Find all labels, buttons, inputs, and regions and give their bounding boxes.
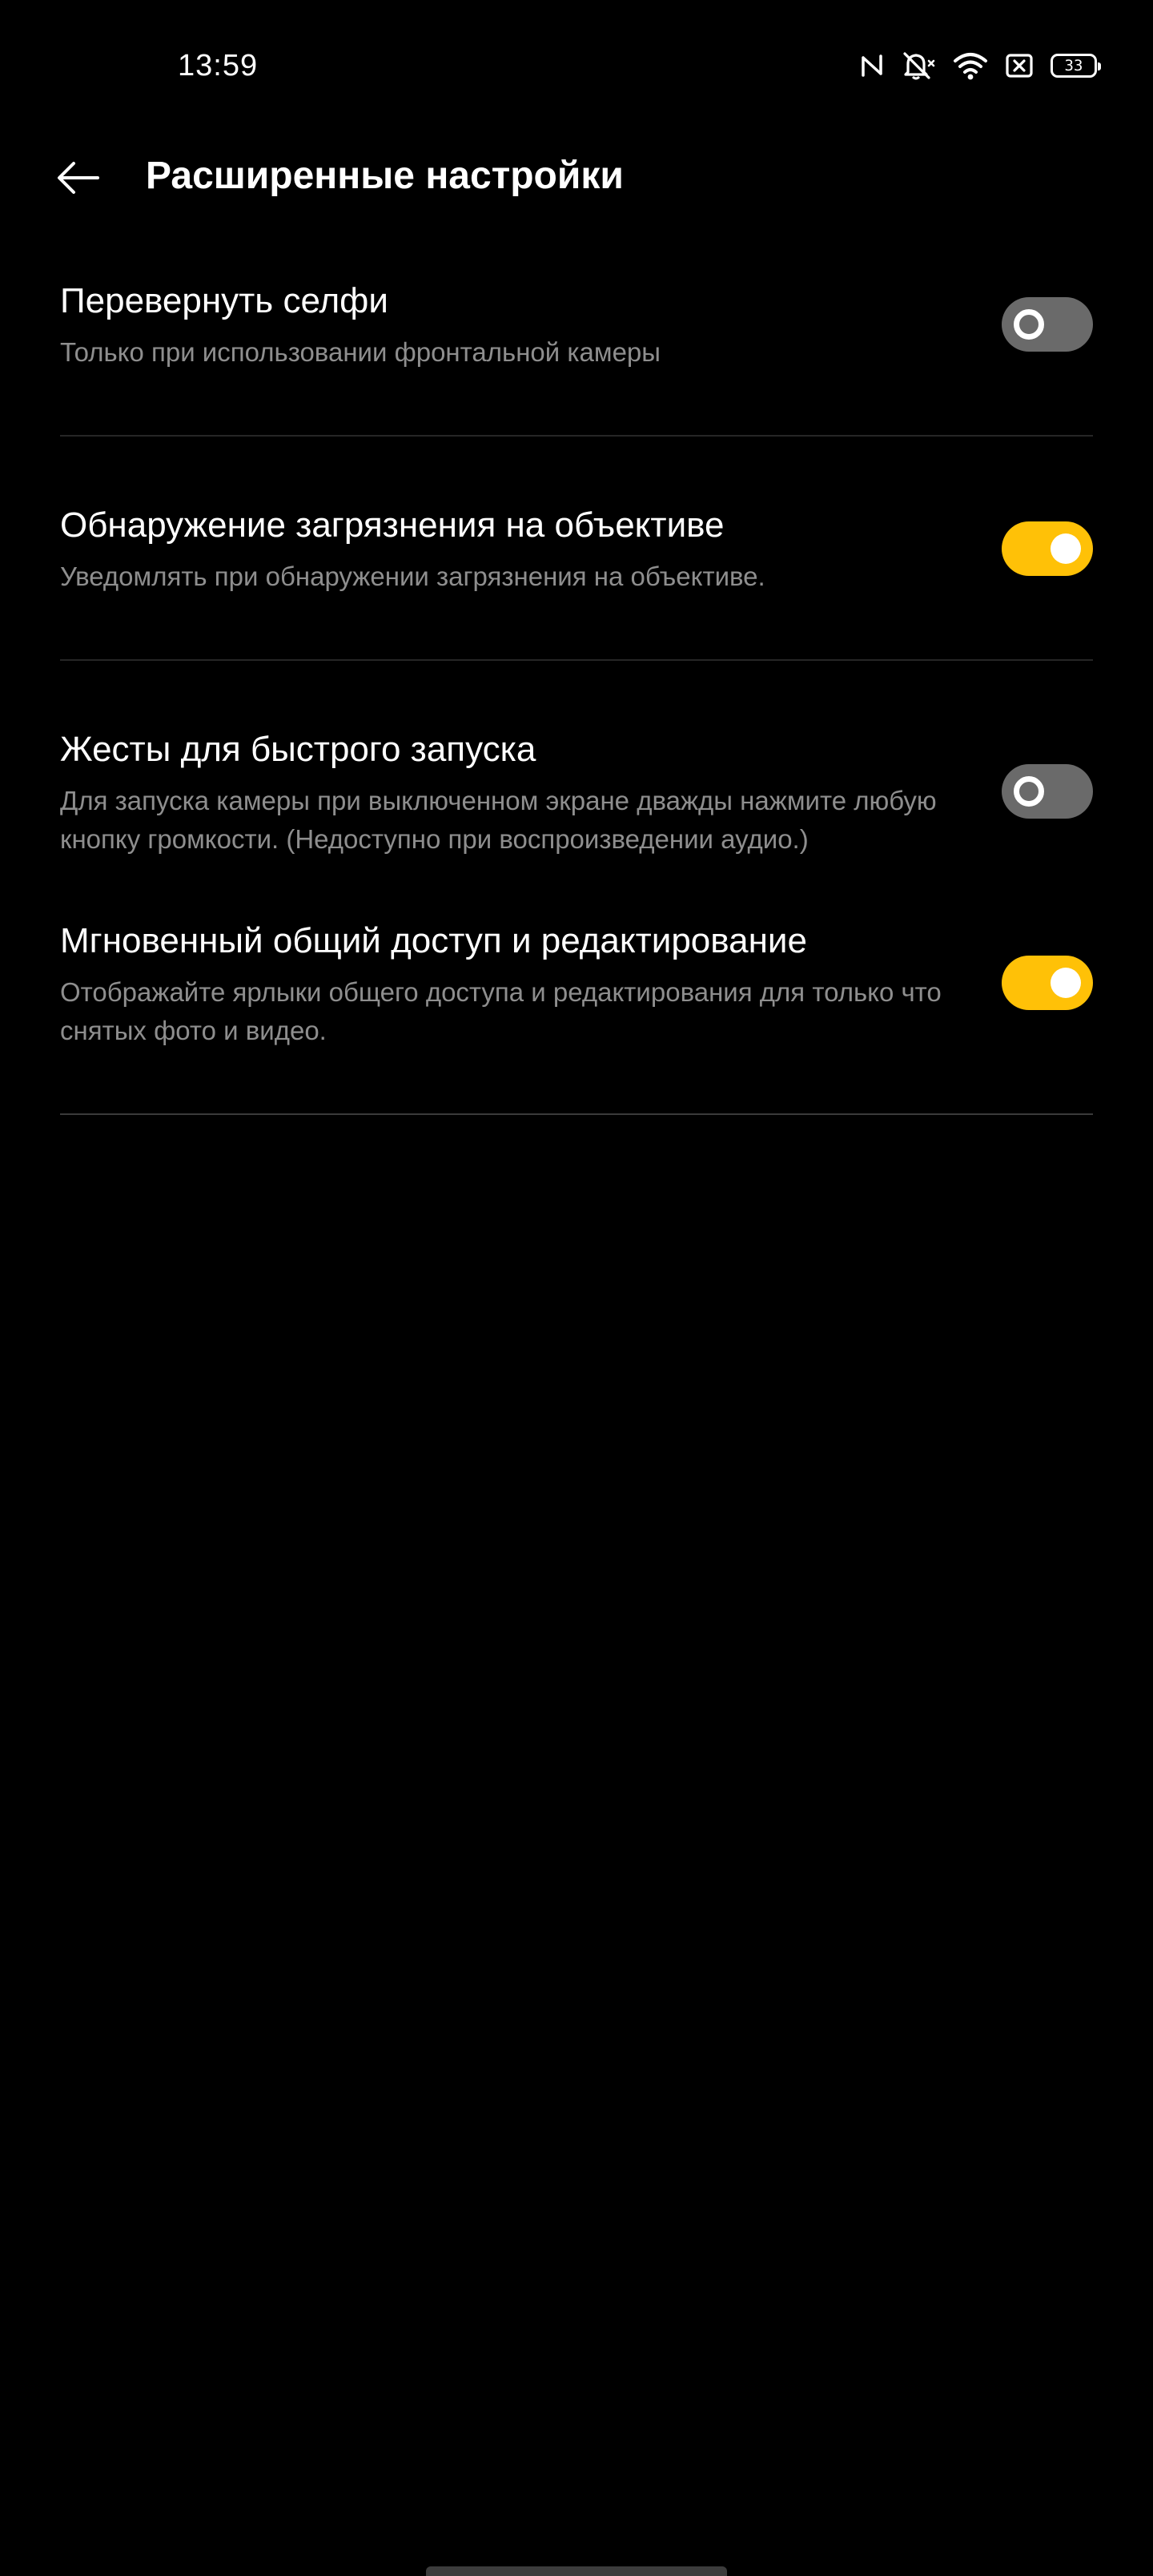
toggle-knob (1051, 968, 1081, 998)
battery-icon: 33 (1051, 54, 1101, 78)
setting-description: Для запуска камеры при выключенном экран… (60, 786, 937, 854)
setting-title: Перевернуть селфи (60, 281, 388, 320)
toggle-flip-selfie[interactable] (1002, 297, 1093, 352)
back-button[interactable] (46, 147, 110, 211)
arrow-left-icon (56, 160, 101, 199)
toggle-knob (1014, 776, 1044, 807)
status-bar: 13:59 33 (0, 0, 1153, 128)
divider (60, 435, 1093, 437)
sim-off-icon (1006, 53, 1033, 78)
header: Расширенные настройки (0, 128, 1153, 224)
setting-quick-launch-gestures[interactable]: Жесты для быстрого запуска Для запуска к… (60, 727, 1093, 863)
page-title: Расширенные настройки (146, 155, 624, 197)
setting-description: Только при использовании фронтальной кам… (60, 337, 661, 367)
home-indicator[interactable] (426, 2566, 727, 2576)
toggle-knob (1014, 309, 1044, 340)
status-icons: 33 (860, 46, 1101, 85)
setting-description: Уведомлять при обнаружении загрязнения н… (60, 561, 765, 591)
toggle-instant-share-edit[interactable] (1002, 956, 1093, 1010)
toggle-quick-launch-gestures[interactable] (1002, 764, 1093, 819)
divider (60, 659, 1093, 661)
setting-title: Жесты для быстрого запуска (60, 730, 536, 769)
setting-description: Отображайте ярлыки общего доступа и реда… (60, 977, 942, 1045)
status-time: 13:59 (178, 49, 259, 83)
setting-title: Мгновенный общий доступ и редактирование (60, 921, 807, 960)
setting-lens-dirt-detection[interactable]: Обнаружение загрязнения на объективе Уве… (60, 503, 1093, 623)
wifi-icon (953, 51, 988, 80)
mute-icon (902, 50, 935, 81)
nfc-icon (860, 53, 884, 78)
divider (60, 1113, 1093, 1115)
setting-title: Обнаружение загрязнения на объективе (60, 505, 725, 545)
setting-flip-selfie[interactable]: Перевернуть селфи Только при использован… (60, 279, 1093, 399)
setting-instant-share-edit[interactable]: Мгновенный общий доступ и редактирование… (60, 919, 1093, 1055)
toggle-knob (1051, 533, 1081, 564)
toggle-lens-dirt-detection[interactable] (1002, 521, 1093, 576)
